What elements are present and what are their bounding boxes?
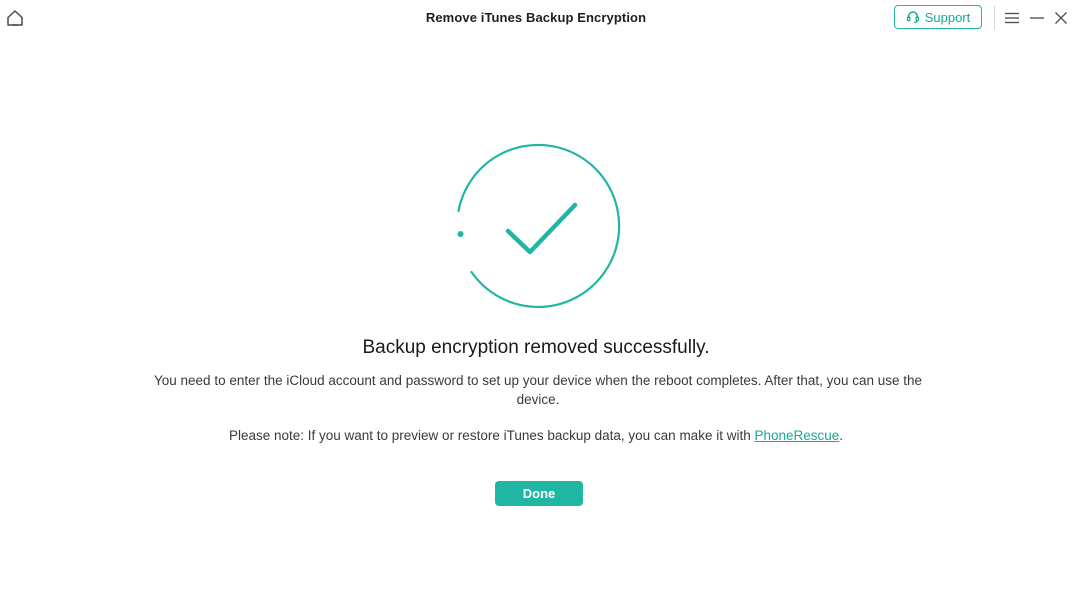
phonerescue-link[interactable]: PhoneRescue <box>754 428 839 443</box>
success-graphic <box>450 140 626 312</box>
success-headline: Backup encryption removed successfully. <box>362 337 710 358</box>
check-circle-icon <box>457 143 621 308</box>
instruction-message: You need to enter the iCloud account and… <box>154 373 922 407</box>
minimize-icon <box>1030 17 1044 19</box>
menu-button[interactable] <box>1003 9 1021 27</box>
menu-icon <box>1005 12 1019 24</box>
title-bar: Remove iTunes Backup Encryption Support <box>0 0 1072 36</box>
headset-icon <box>906 11 919 24</box>
close-icon <box>1055 12 1067 24</box>
done-button[interactable]: Done <box>495 481 583 506</box>
note-prefix: Please note: If you want to preview or r… <box>228 428 755 443</box>
minimize-button[interactable] <box>1028 9 1046 27</box>
support-button[interactable]: Support <box>894 5 982 29</box>
note-text: Please note: If you want to preview or r… <box>0 428 1072 443</box>
close-button[interactable] <box>1052 9 1070 27</box>
support-label: Support <box>924 9 971 25</box>
title-divider <box>994 6 995 30</box>
note-suffix: . <box>839 428 844 443</box>
